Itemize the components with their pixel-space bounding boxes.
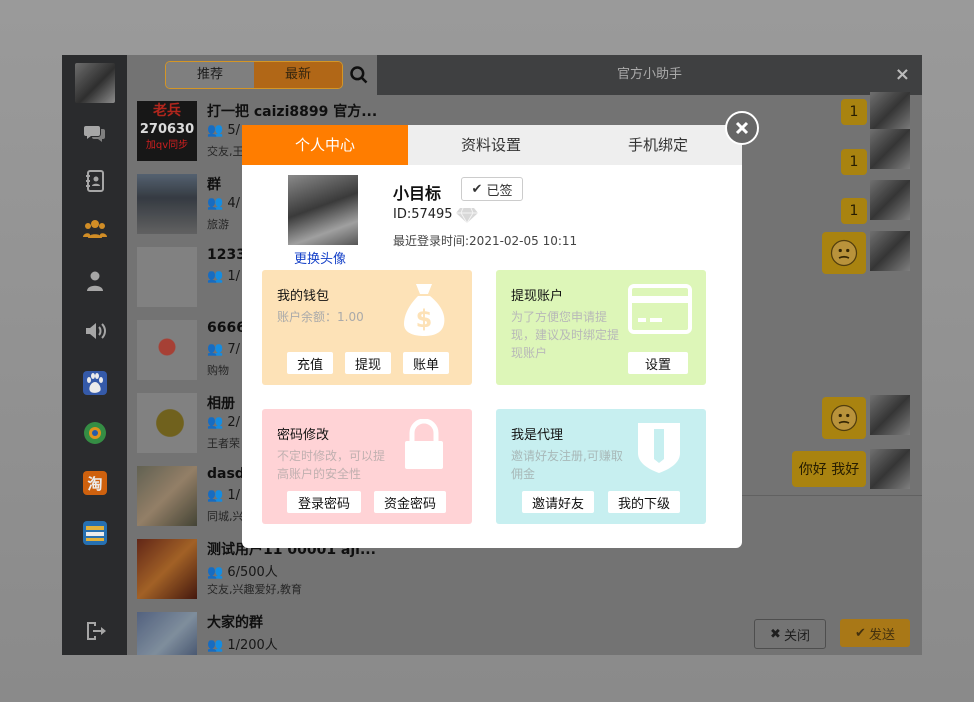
settings-button[interactable]: 设置 bbox=[628, 352, 688, 374]
bill-button[interactable]: 账单 bbox=[403, 352, 449, 374]
recharge-button[interactable]: 充值 bbox=[287, 352, 333, 374]
modal-close-button[interactable] bbox=[725, 111, 759, 145]
bank-card-icon bbox=[628, 284, 692, 334]
change-avatar-link[interactable]: 更换头像 bbox=[294, 248, 346, 267]
tab-profile-settings[interactable]: 资料设置 bbox=[408, 125, 574, 165]
lock-icon bbox=[405, 419, 443, 469]
wallet-balance: 账户余额：1.00 bbox=[277, 310, 364, 324]
agent-title: 我是代理 bbox=[511, 428, 564, 443]
last-login-time: 最近登录时间:2021-02-05 10:11 bbox=[393, 234, 578, 248]
tab-phone-binding[interactable]: 手机绑定 bbox=[574, 125, 742, 165]
user-id: ID:57495 bbox=[393, 207, 453, 222]
withdraw-account-title: 提现账户 bbox=[511, 289, 564, 304]
agent-desc: 邀请好友注册,可赚取佣金 bbox=[511, 449, 623, 481]
money-bag-icon: $ bbox=[404, 284, 445, 336]
personal-center-modal: 个人中心 资料设置 手机绑定 更换头像 小目标 ✔ 已签 ID:57495 最近登… bbox=[242, 125, 742, 548]
password-title: 密码修改 bbox=[277, 428, 330, 443]
check-icon: ✔ bbox=[471, 181, 483, 197]
password-card: 密码修改 不定时修改，可以提高账户的安全性 登录密码 资金密码 bbox=[262, 409, 472, 524]
diamond-icon bbox=[456, 207, 478, 223]
signed-in-badge[interactable]: ✔ 已签 bbox=[461, 177, 523, 201]
fund-password-button[interactable]: 资金密码 bbox=[374, 491, 446, 513]
withdraw-account-card: 提现账户 为了方便您申请提现，建议及时绑定提现账户 设置 bbox=[496, 270, 706, 385]
modal-tabs: 个人中心 资料设置 手机绑定 bbox=[242, 125, 742, 165]
wallet-title: 我的钱包 bbox=[277, 289, 330, 304]
profile-avatar bbox=[288, 175, 358, 245]
my-subordinates-button[interactable]: 我的下级 bbox=[608, 491, 680, 513]
password-desc: 不定时修改，可以提高账户的安全性 bbox=[277, 449, 386, 481]
withdraw-button[interactable]: 提现 bbox=[345, 352, 391, 374]
svg-text:$: $ bbox=[416, 305, 433, 333]
agent-card: 我是代理 邀请好友注册,可赚取佣金 邀请好友 我的下级 bbox=[496, 409, 706, 524]
tab-personal-center[interactable]: 个人中心 bbox=[242, 125, 408, 165]
wallet-card: 我的钱包 账户余额：1.00 $ 充值 提现 账单 bbox=[262, 270, 472, 385]
login-password-button[interactable]: 登录密码 bbox=[287, 491, 361, 513]
withdraw-account-desc: 为了方便您申请提现，建议及时绑定提现账户 bbox=[511, 310, 620, 360]
close-icon bbox=[735, 121, 749, 135]
shield-icon bbox=[638, 423, 680, 473]
username: 小目标 bbox=[393, 184, 442, 203]
invite-friends-button[interactable]: 邀请好友 bbox=[522, 491, 594, 513]
